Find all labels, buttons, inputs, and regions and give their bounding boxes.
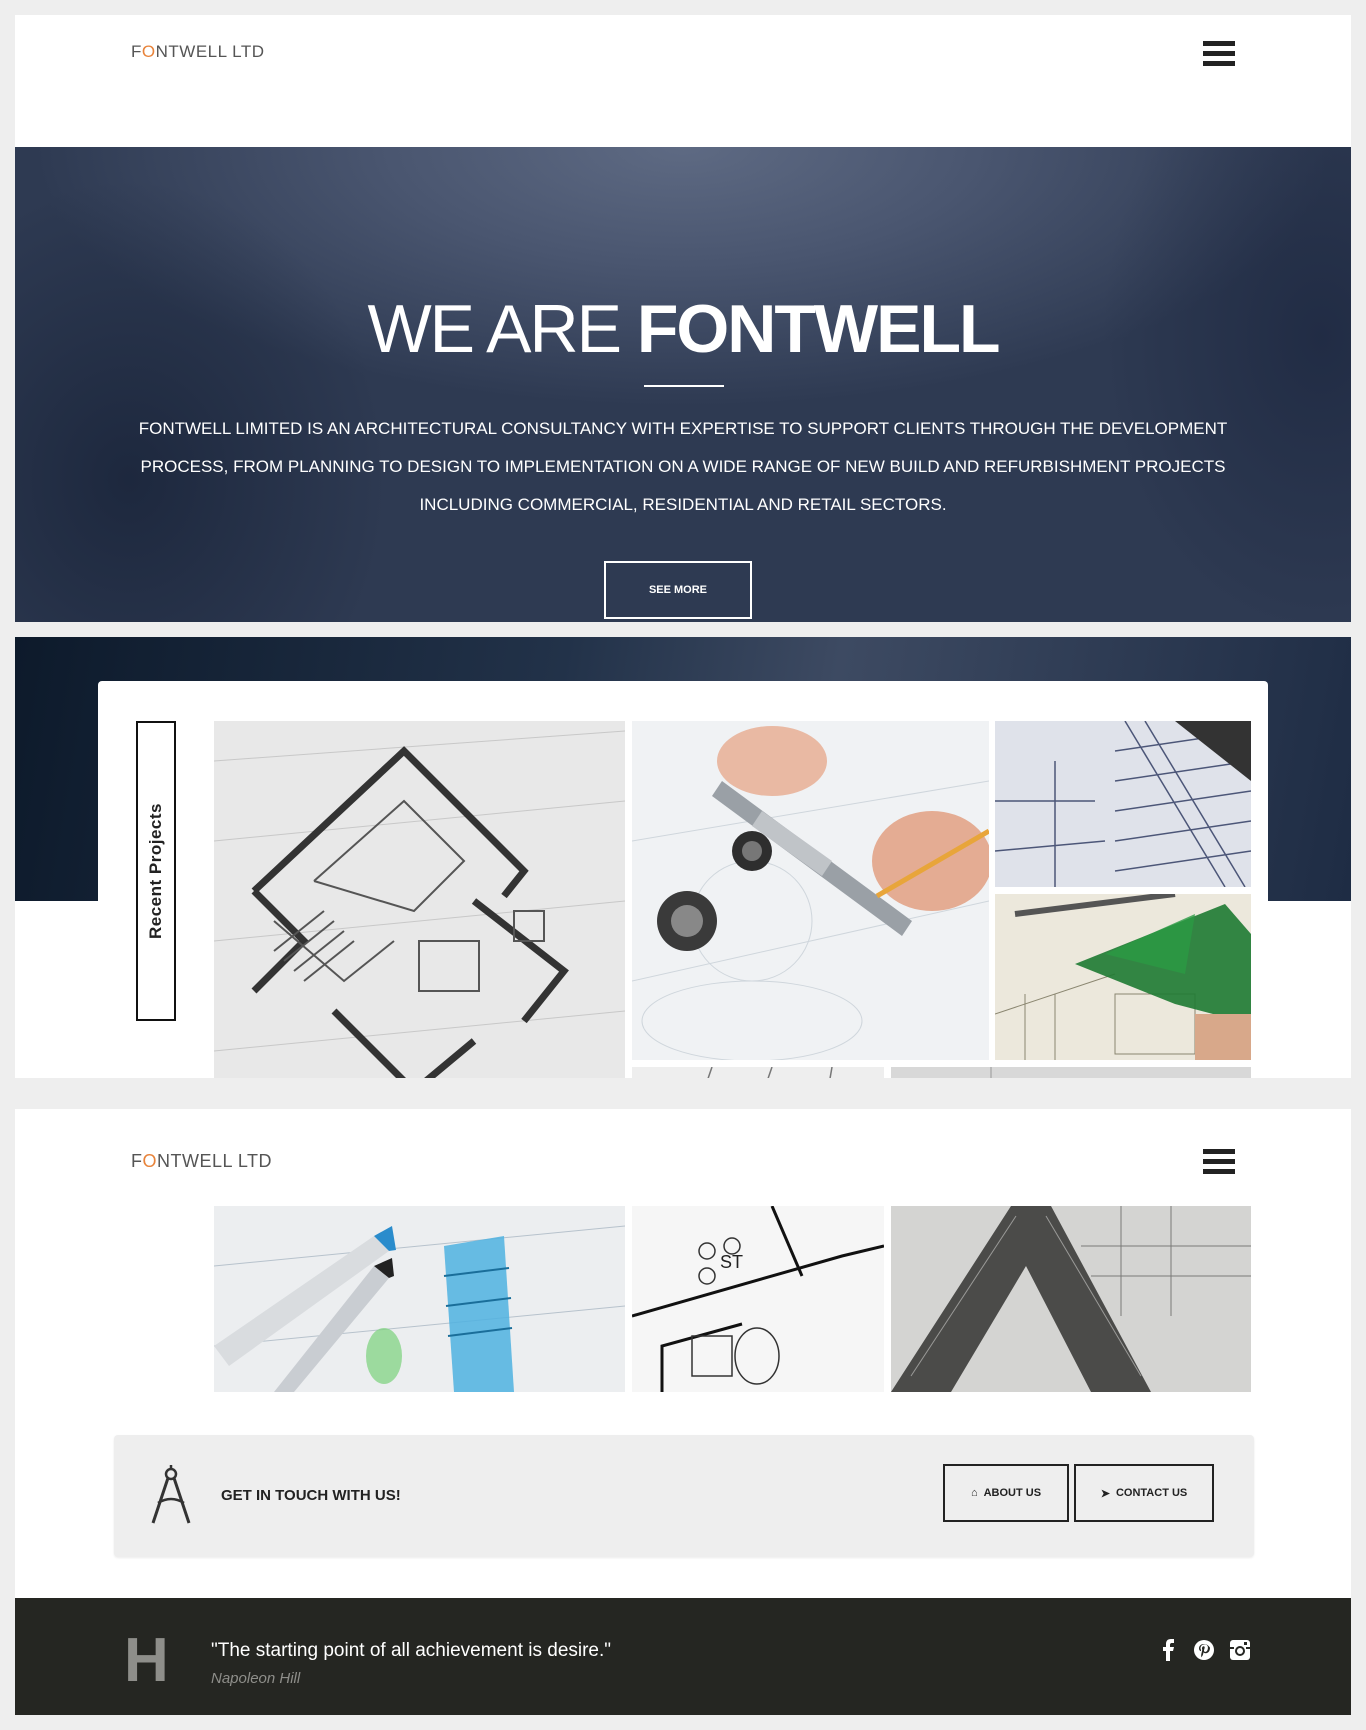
site-footer: H "The starting point of all achievement… xyxy=(15,1598,1351,1715)
footer-quote: "The starting point of all achievement i… xyxy=(211,1640,612,1661)
site-logo[interactable]: FONTWELL LTD xyxy=(131,42,265,64)
project-tile-markers[interactable] xyxy=(214,1206,625,1392)
hero-description: FONTWELL LIMITED IS AN ARCHITECTURAL CON… xyxy=(138,419,1228,514)
site-logo-secondary[interactable]: FONTWELL LTD xyxy=(131,1151,272,1174)
project-tile-blueprint[interactable] xyxy=(995,721,1251,887)
paper-plane-icon: ➤ xyxy=(1100,1487,1110,1500)
facebook-icon[interactable] xyxy=(1157,1638,1179,1662)
contact-heading: GET IN TOUCH WITH US! xyxy=(221,1487,401,1504)
social-links xyxy=(1157,1638,1251,1662)
see-more-button[interactable]: SEE MORE xyxy=(604,561,752,619)
compass-icon xyxy=(151,1465,191,1524)
hamburger-icon[interactable] xyxy=(1203,41,1235,69)
project-tile-set-squares[interactable] xyxy=(995,894,1251,1060)
contact-box: GET IN TOUCH WITH US! ⌂ ABOUT US ➤ CONTACT… xyxy=(114,1435,1254,1557)
instagram-icon[interactable] xyxy=(1229,1638,1251,1662)
site-header: FONTWELL LTD xyxy=(15,15,1351,147)
project-tile-floorplan[interactable] xyxy=(214,721,625,1125)
about-us-button[interactable]: ⌂ ABOUT US xyxy=(943,1464,1069,1522)
footer-monogram: H xyxy=(124,1626,169,1695)
svg-text:ST: ST xyxy=(720,1252,743,1272)
footer-quote-author: Napoleon Hill xyxy=(211,1670,301,1687)
project-tile-triangle[interactable] xyxy=(891,1206,1251,1392)
hamburger-icon[interactable] xyxy=(1203,1149,1235,1177)
pinterest-icon[interactable] xyxy=(1193,1638,1215,1662)
hero-divider xyxy=(644,385,724,387)
home-icon: ⌂ xyxy=(970,1487,978,1499)
sticky-header: FONTWELL LTD xyxy=(15,1109,1351,1206)
recent-projects-label: Recent Projects xyxy=(136,721,176,1021)
hero-title: WE ARE FONTWELL xyxy=(367,291,1000,367)
project-tile-drafting[interactable] xyxy=(632,721,989,1060)
hero-section: WE ARE FONTWELL FONTWELL LIMITED IS AN A… xyxy=(15,147,1351,622)
contact-us-button[interactable]: ➤ CONTACT US xyxy=(1074,1464,1214,1522)
project-tile-bathroom-plan[interactable]: ST xyxy=(632,1206,884,1392)
